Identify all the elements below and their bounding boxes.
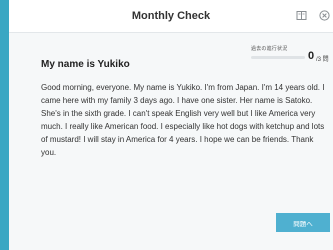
progress-track <box>251 56 305 59</box>
left-edge-bar <box>0 0 9 250</box>
progress-label: 過去の進行状況 <box>251 46 288 52</box>
progress-count: 0 <box>308 50 315 62</box>
close-icon[interactable] <box>317 8 331 22</box>
window-title: Monthly Check <box>131 10 211 22</box>
passage-text: Good morning, everyone. My name is Yukik… <box>41 83 325 158</box>
book-icon[interactable] <box>294 8 308 22</box>
title-bar: Monthly Check <box>9 0 333 33</box>
go-to-question-button[interactable]: 問題へ <box>276 213 330 232</box>
app-window: Monthly Check 過去の進行状況 0 /3 問 My name is … <box>0 0 333 250</box>
progress-indicator: 過去の進行状況 0 /3 問 <box>247 43 329 69</box>
passage-heading: My name is Yukiko <box>41 59 130 70</box>
progress-total: /3 問 <box>316 57 329 63</box>
content-area: 過去の進行状況 0 /3 問 My name is Yukiko Good mo… <box>9 33 333 250</box>
